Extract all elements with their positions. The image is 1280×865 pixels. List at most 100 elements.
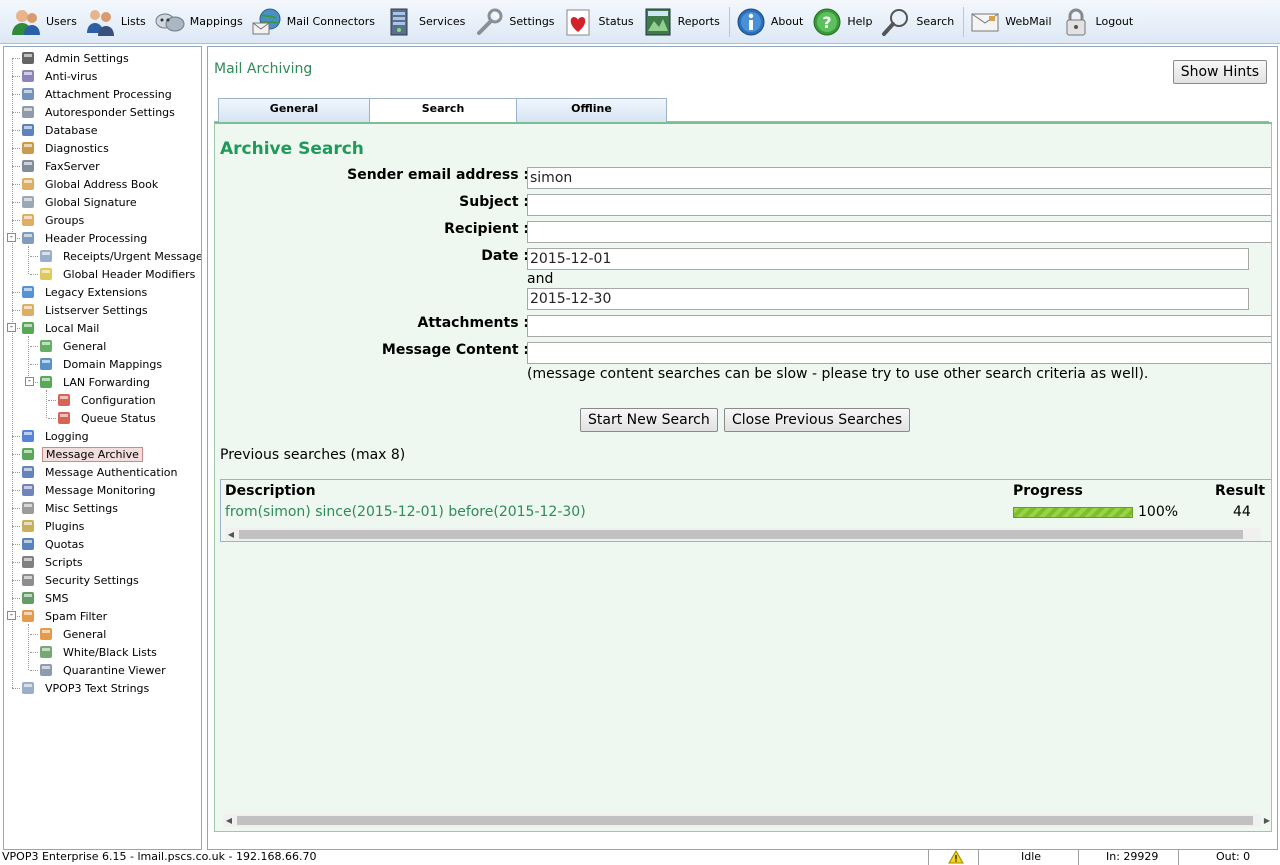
show-hints-button[interactable]: Show Hints: [1172, 60, 1267, 84]
logging-icon: [20, 428, 36, 444]
sidebar-item-label: Message Archive: [42, 446, 143, 462]
header-icon: [20, 230, 36, 246]
toolbar-status-button[interactable]: Status: [561, 2, 640, 42]
sidebar-item-plugins[interactable]: Plugins: [20, 517, 87, 535]
sidebar-item-quarantine-viewer[interactable]: Quarantine Viewer: [38, 661, 169, 679]
sidebar-item-lan-forwarding[interactable]: LAN Forwarding: [38, 373, 153, 391]
sidebar-item-database[interactable]: Database: [20, 121, 101, 139]
sidebar-item-label: Logging: [45, 429, 89, 443]
toolbar-users-button[interactable]: Users: [8, 2, 83, 42]
services-icon: [383, 6, 415, 38]
sidebar-item-security-settings[interactable]: Security Settings: [20, 571, 142, 589]
mappings-icon: [154, 6, 186, 38]
sidebar-item-autoresponder-settings[interactable]: Autoresponder Settings: [20, 103, 178, 121]
sidebar-item-vpop3-text-strings[interactable]: VPOP3 Text Strings: [20, 679, 152, 697]
toolbar-webmail-button[interactable]: WebMail: [967, 2, 1057, 42]
toolbar-settings-button[interactable]: Settings: [471, 2, 560, 42]
scroll-thumb[interactable]: [239, 530, 1243, 539]
sidebar-item-label: Global Signature: [45, 195, 137, 209]
script-icon: [20, 554, 36, 570]
webmail-icon: [969, 6, 1001, 38]
toolbar-services-button[interactable]: Services: [381, 2, 471, 42]
scroll-left-arrow-icon[interactable]: ◀: [223, 814, 235, 827]
sidebar-item-listserver-settings[interactable]: Listserver Settings: [20, 301, 151, 319]
tree-guide-line: [30, 256, 38, 257]
tab-offline[interactable]: Offline: [516, 98, 667, 122]
toolbar-logout-button[interactable]: Logout: [1058, 2, 1140, 42]
sidebar-item-configuration[interactable]: Configuration: [56, 391, 159, 409]
toolbar-mail-connectors-label: Mail Connectors: [286, 15, 376, 28]
tab-general[interactable]: General: [218, 98, 370, 122]
sidebar-item-groups[interactable]: Groups: [20, 211, 87, 229]
toolbar-reports-button[interactable]: Reports: [640, 2, 726, 42]
warning-icon[interactable]: [948, 850, 964, 865]
panel-horizontal-scrollbar[interactable]: ◀ ▶: [223, 814, 1270, 827]
start-new-search-button[interactable]: Start New Search: [580, 408, 718, 432]
sidebar-item-global-header-modifiers[interactable]: Global Header Modifiers: [38, 265, 198, 283]
tree-collapse-toggle[interactable]: -: [7, 611, 16, 620]
tree-guide-line: [12, 58, 13, 688]
close-previous-searches-button[interactable]: Close Previous Searches: [724, 408, 911, 432]
results-horizontal-scrollbar[interactable]: ◀ ▶: [225, 528, 1261, 541]
sidebar-item-logging[interactable]: Logging: [20, 427, 92, 445]
toolbar-about-button[interactable]: About: [733, 2, 810, 42]
sidebar-item-diagnostics[interactable]: Diagnostics: [20, 139, 112, 157]
message-content-input[interactable]: [527, 342, 1271, 364]
scroll-left-arrow-icon[interactable]: ◀: [225, 528, 237, 541]
sidebar-item-label: Global Address Book: [45, 177, 159, 191]
tree-collapse-toggle[interactable]: -: [7, 323, 16, 332]
sidebar-item-message-archive[interactable]: Message Archive: [20, 445, 143, 463]
scroll-thumb[interactable]: [237, 816, 1253, 825]
sidebar-item-label: Receipts/Urgent Messages: [63, 249, 202, 263]
date-from-input[interactable]: [527, 248, 1249, 270]
attachments-input[interactable]: [527, 315, 1271, 337]
sidebar-item-header-processing[interactable]: Header Processing: [20, 229, 150, 247]
scroll-right-arrow-icon[interactable]: ▶: [1271, 528, 1272, 541]
sidebar-item-general[interactable]: General: [38, 337, 109, 355]
toolbar-help-button[interactable]: ? Help: [809, 2, 878, 42]
date-to-input[interactable]: [527, 288, 1249, 310]
sidebar-item-global-signature[interactable]: Global Signature: [20, 193, 140, 211]
sidebar-item-anti-virus[interactable]: Anti-virus: [20, 67, 100, 85]
sidebar-item-receipts-urgent-messages[interactable]: Receipts/Urgent Messages: [38, 247, 202, 265]
sidebar-item-faxserver[interactable]: FaxServer: [20, 157, 103, 175]
diagnostics-icon: [20, 140, 36, 156]
tree-guide-line: [28, 624, 29, 670]
sidebar-item-sms[interactable]: SMS: [20, 589, 71, 607]
whitelist-icon: [38, 644, 54, 660]
tab-bar: General Search Offline: [214, 98, 1269, 123]
sidebar-item-domain-mappings[interactable]: Domain Mappings: [38, 355, 165, 373]
sidebar-item-local-mail[interactable]: Local Mail: [20, 319, 102, 337]
sidebar-item-scripts[interactable]: Scripts: [20, 553, 86, 571]
sidebar-item-general[interactable]: General: [38, 625, 109, 643]
toolbar-search-button[interactable]: Search: [878, 2, 960, 42]
sidebar-item-spam-filter[interactable]: Spam Filter: [20, 607, 110, 625]
search-result-link[interactable]: from(simon) since(2015-12-01) before(201…: [225, 504, 586, 520]
sender-email-input[interactable]: [527, 167, 1271, 189]
sidebar-item-queue-status[interactable]: Queue Status: [56, 409, 159, 427]
toolbar-mappings-button[interactable]: Mappings: [152, 2, 249, 42]
sidebar-item-quotas[interactable]: Quotas: [20, 535, 87, 553]
sidebar-item-global-address-book[interactable]: Global Address Book: [20, 175, 161, 193]
sidebar-item-label: FaxServer: [45, 159, 100, 173]
sidebar-item-message-monitoring[interactable]: Message Monitoring: [20, 481, 159, 499]
tree-guide-line: [12, 436, 20, 437]
sidebar-item-white-black-lists[interactable]: White/Black Lists: [38, 643, 160, 661]
tab-search[interactable]: Search: [369, 98, 517, 123]
sidebar-item-label: Security Settings: [45, 573, 139, 587]
recipient-input[interactable]: [527, 221, 1271, 243]
tree-collapse-toggle[interactable]: -: [25, 377, 34, 386]
toolbar-mail-connectors-button[interactable]: Mail Connectors: [249, 2, 381, 42]
sidebar-item-misc-settings[interactable]: Misc Settings: [20, 499, 121, 517]
search-progress-fill: [1014, 508, 1132, 517]
sidebar-item-admin-settings[interactable]: Admin Settings: [20, 49, 132, 67]
toolbar-lists-button[interactable]: Lists: [83, 2, 152, 42]
subject-input[interactable]: [527, 194, 1271, 216]
tree-collapse-toggle[interactable]: -: [7, 233, 16, 242]
sidebar-item-attachment-processing[interactable]: Attachment Processing: [20, 85, 175, 103]
sidebar-item-legacy-extensions[interactable]: Legacy Extensions: [20, 283, 150, 301]
tree-guide-line: [30, 364, 38, 365]
scroll-right-arrow-icon[interactable]: ▶: [1261, 814, 1271, 827]
sidebar-item-message-authentication[interactable]: Message Authentication: [20, 463, 180, 481]
status-separator: [1178, 850, 1179, 865]
